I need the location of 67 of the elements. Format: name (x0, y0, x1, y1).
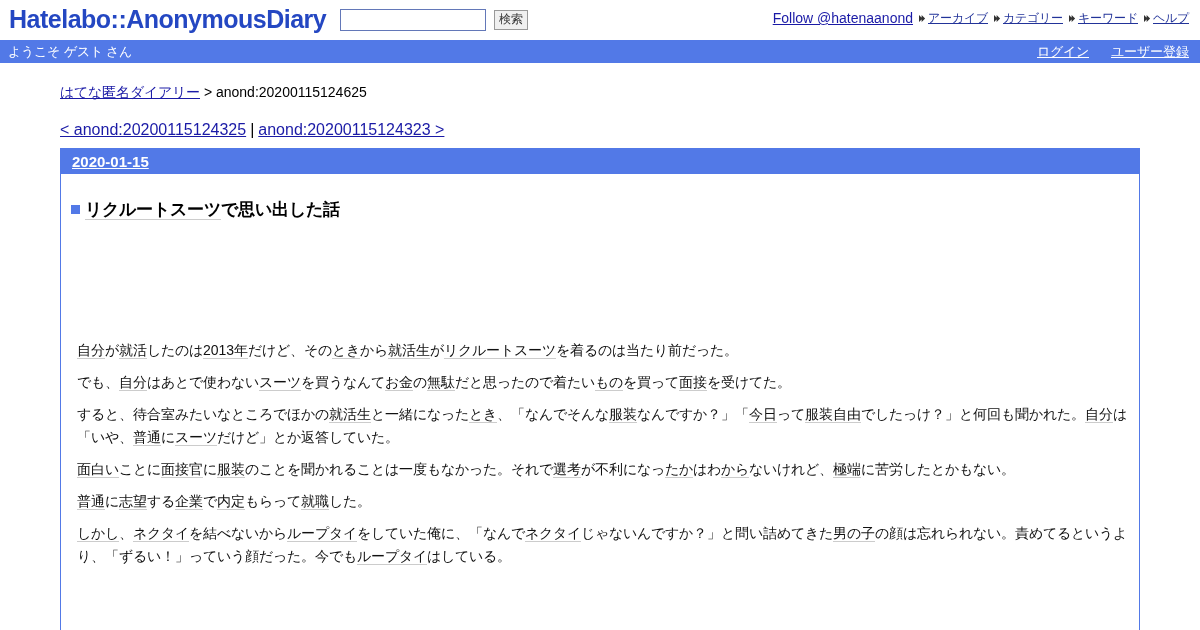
keyword-link[interactable]: リクルートスーツ (85, 200, 221, 220)
keyword-link[interactable]: から (721, 461, 749, 478)
keyword-link[interactable]: 選考 (553, 461, 581, 478)
previous-entry-link[interactable]: < anond:20200115124325 (60, 121, 247, 139)
body-paragraph: 面白い ことに面接官に服装のことを聞かれることは一度もなかった。それで選考が不利になっ たかはわから ないけれど、極端に苦労したとかもない。 (77, 460, 1016, 480)
chevron-icon (1144, 14, 1151, 23)
nav-link[interactable]: ヘルプ (1153, 10, 1189, 27)
date-link[interactable]: 2020-01-15 (72, 153, 149, 170)
chevron-icon (1069, 14, 1076, 23)
keyword-link[interactable]: お金 (385, 374, 413, 391)
keyword-link[interactable]: たか (665, 461, 693, 478)
keyword-link[interactable]: 面白い (77, 461, 119, 478)
nav-link[interactable]: アーカイブ (928, 10, 988, 27)
keyword-link[interactable]: スーツ (259, 374, 301, 391)
keyword-link[interactable]: 就活生 (388, 342, 431, 359)
keyword-link[interactable]: 服装 (217, 461, 245, 478)
current-entry-id: > anond:20200115124625 (203, 84, 367, 100)
body-paragraph: 普通に志望する企業で内定 もらって就職した。 (77, 492, 372, 512)
keyword-link[interactable]: 面接官 (161, 461, 203, 478)
site-logo[interactable]: Hatelabo::AnonymousDiary (9, 5, 327, 34)
keyword-link[interactable]: 面接 (679, 374, 707, 391)
keyword-link[interactable]: とき (332, 342, 361, 359)
keyword-link[interactable]: とき (469, 406, 497, 423)
keyword-link[interactable]: ネクタイ (525, 525, 581, 542)
entry-title: リクルートスーツで思い出した話 (85, 199, 340, 221)
keyword-link[interactable]: 今日 (749, 406, 777, 423)
keyword-link[interactable]: 自分 (1085, 406, 1113, 423)
keyword-link[interactable]: 服装自由 (805, 406, 861, 423)
follow-link[interactable]: Follow @hatenaanond (772, 10, 913, 26)
breadcrumb-link[interactable]: はてな匿名ダイアリー (60, 84, 200, 100)
search-field[interactable] (340, 8, 487, 31)
keyword-link[interactable]: 極端 (833, 461, 861, 478)
body-paragraph: すると、待合室みたいなところでほかの就活生と一緒になった とき、「なんでそんな服装なんですか？」「今日 って服装自由でしたっけ？」と何回も聞かれた。自分は「いや、普通にスーツだけど」とか返答していた。 (77, 405, 1128, 448)
keyword-link[interactable]: 服装 (609, 406, 637, 423)
keyword-link[interactable]: 男の子 (833, 525, 875, 542)
body-paragraph: 自分が就活したのは2013年だけど、そのときから就活生がリクルートスーツを着るのは当たり前だった。 (77, 341, 740, 361)
keyword-link[interactable]: 就活 (119, 342, 147, 359)
keyword-link[interactable]: 内定 (217, 493, 245, 510)
keyword-link[interactable]: しかし (77, 525, 119, 542)
keyword-link[interactable]: 自分 (77, 342, 105, 359)
keyword-link[interactable]: もの (595, 374, 623, 391)
chevron-icon (919, 14, 926, 23)
keyword-link[interactable]: 普通 (133, 429, 161, 446)
chevron-icon (994, 14, 1001, 23)
greeting-text: ようこそ ゲスト さん (8, 42, 133, 61)
account-link[interactable]: ログイン (1037, 42, 1089, 61)
keyword-link[interactable]: 無駄 (427, 374, 455, 391)
body-paragraph: でも、自分はあとで使わないスーツを買うなんて お金の無駄だと思ったので着たい ものを買って面接を受けてた。 (77, 373, 792, 393)
keyword-link[interactable]: 自分 (119, 374, 147, 391)
body-paragraph: しかし、ネクタイ を結べないからループタイ をしていた俺に、「なんでネクタイ じゃないんですか？」と問い詰めてきた男の子の顔は忘れられない。責めてるというより、「ずるい！」っていう顔だった。今でもループタイ はしている。 (77, 524, 1128, 567)
keyword-link[interactable]: ループタイ (287, 525, 357, 542)
keyword-link[interactable]: リクルートスーツ (444, 342, 557, 359)
nav-link[interactable]: キーワード (1078, 10, 1138, 27)
keyword-link[interactable]: 就活生 (329, 406, 371, 423)
keyword-link[interactable]: 企業 (175, 493, 203, 510)
keyword-link[interactable]: 2013年 (203, 342, 249, 359)
next-entry-link[interactable]: anond:20200115124323 > (258, 121, 445, 139)
pager-separator: | (250, 121, 255, 139)
keyword-link[interactable]: ネクタイ (133, 525, 189, 542)
keyword-link[interactable]: ループタイ (357, 548, 427, 565)
search-button[interactable]: 検索 (494, 9, 529, 30)
keyword-link[interactable]: スーツ (175, 429, 217, 446)
keyword-link[interactable]: 志望 (119, 493, 147, 510)
keyword-link[interactable]: 就職 (301, 493, 329, 510)
nav-link[interactable]: カテゴリー (1003, 10, 1063, 27)
account-link[interactable]: ユーザー登録 (1111, 42, 1189, 61)
keyword-link[interactable]: 普通 (77, 493, 105, 510)
